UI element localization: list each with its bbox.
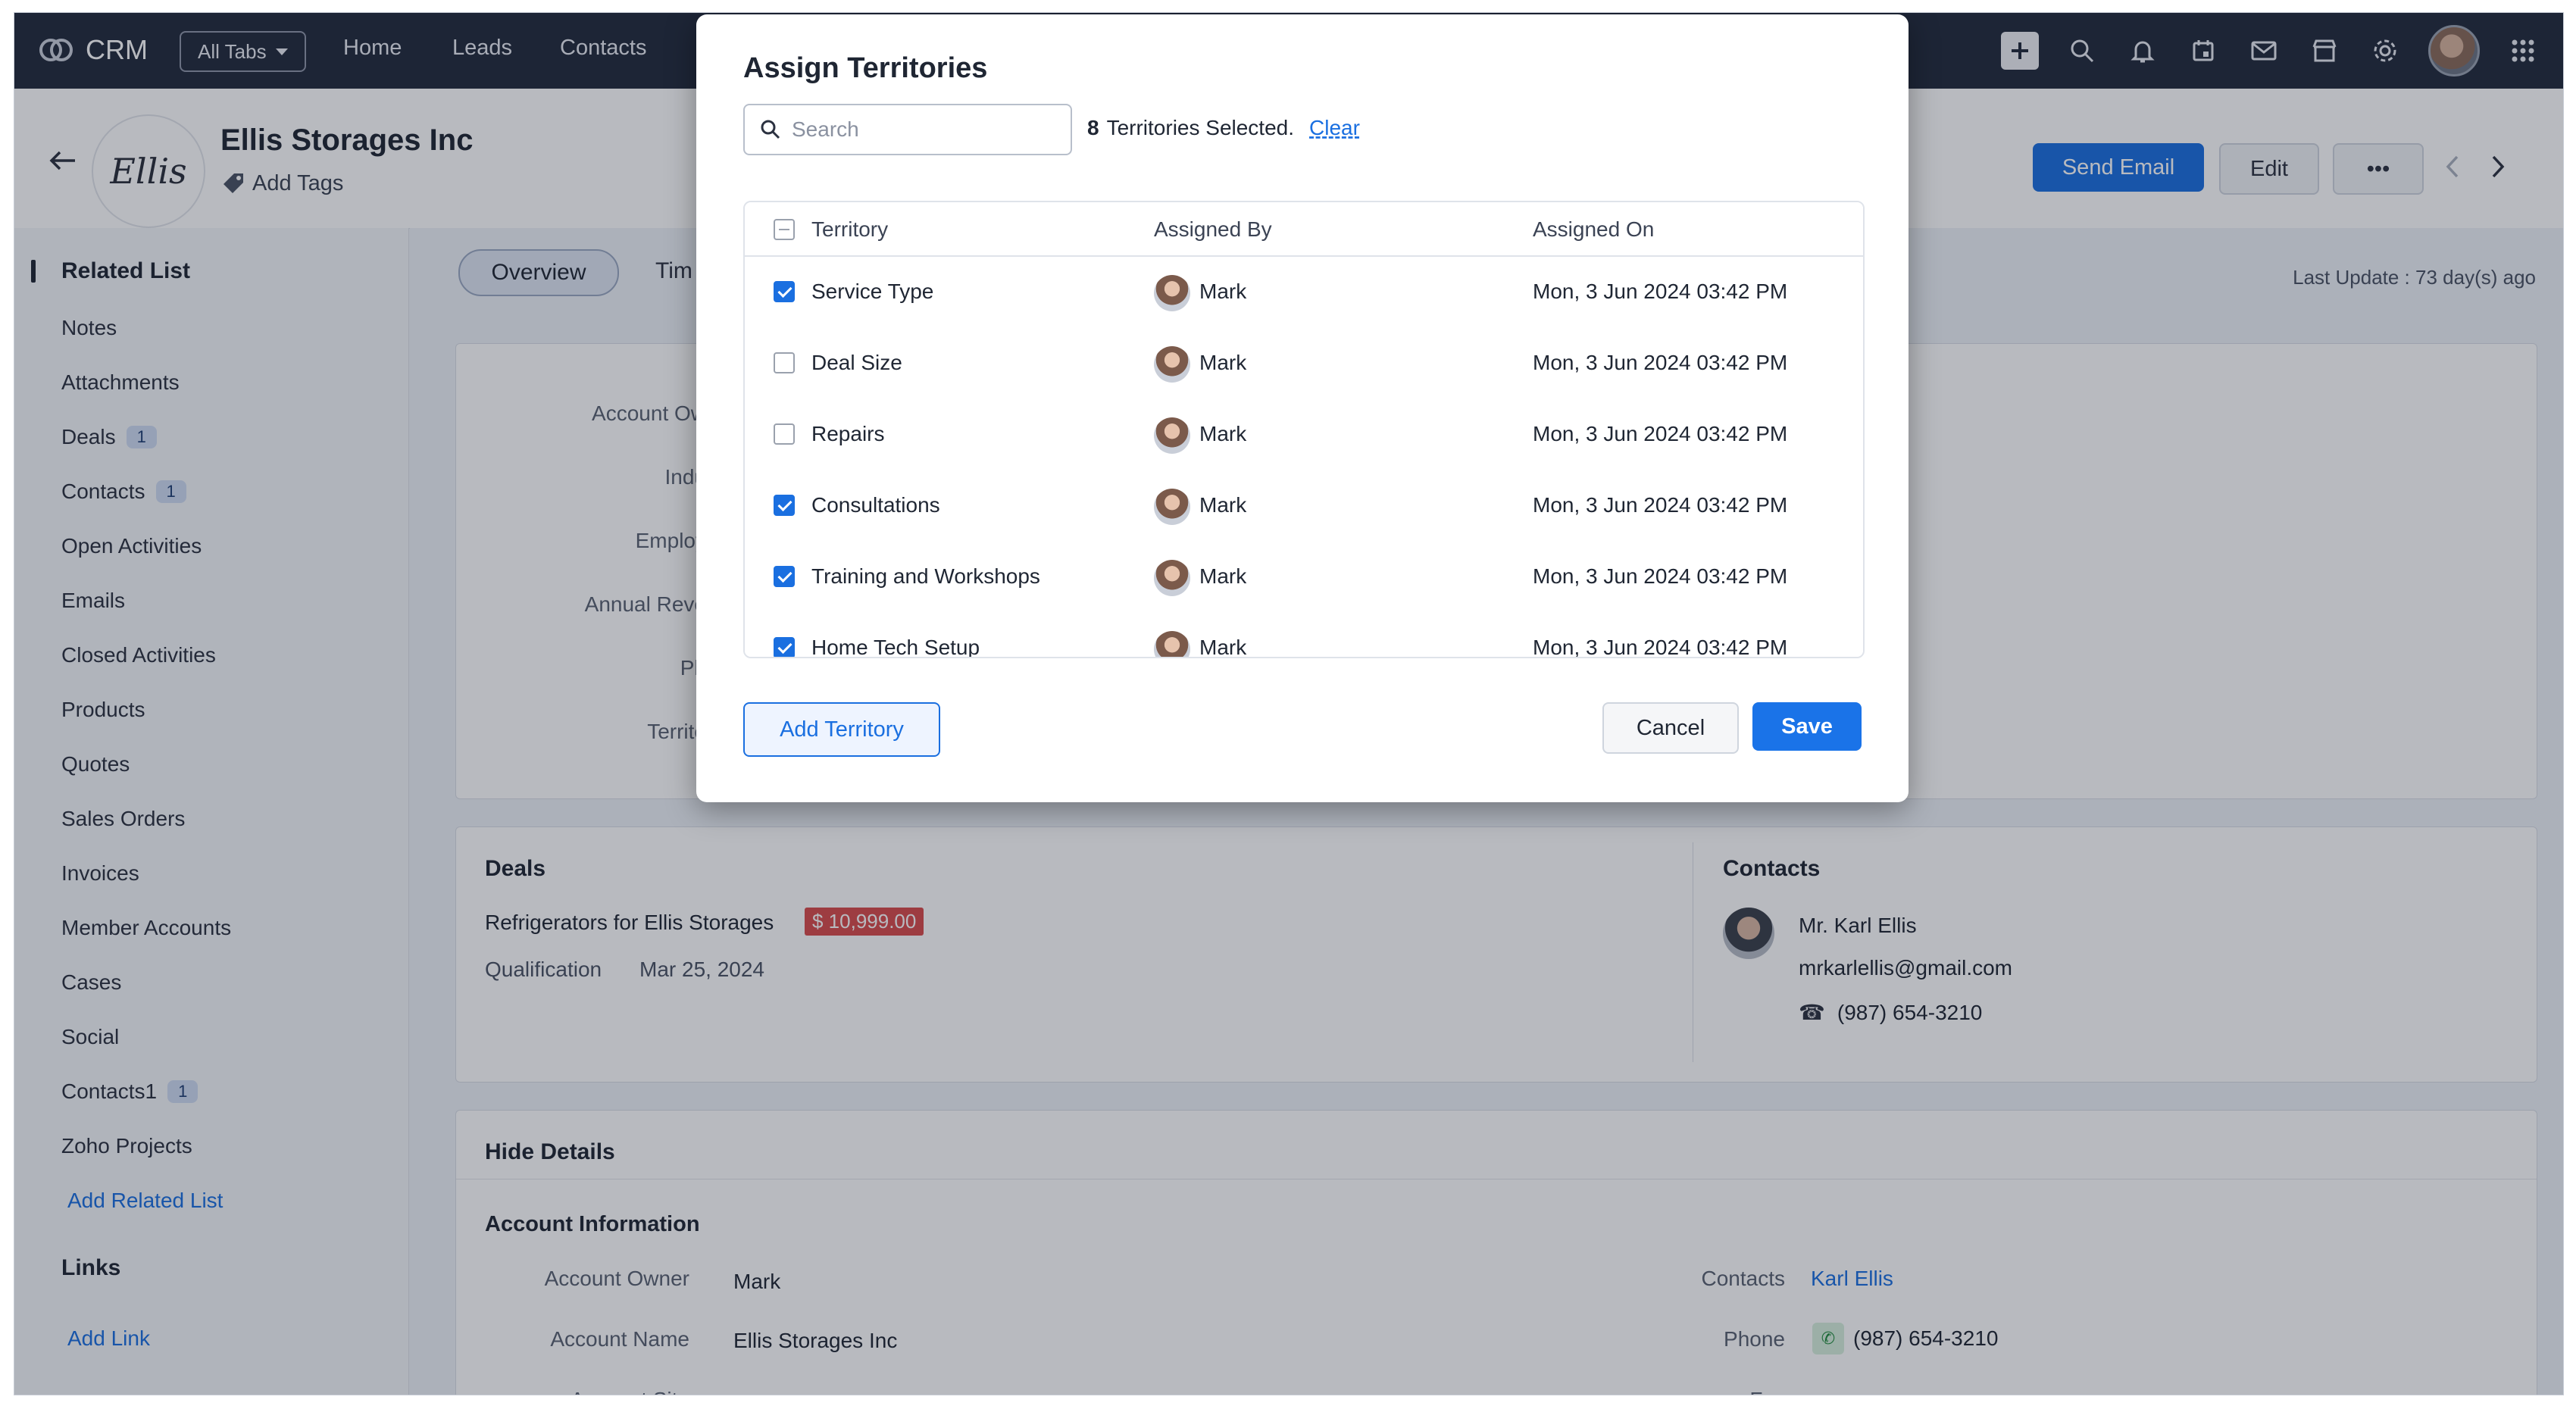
territory-name: Training and Workshops [811, 564, 1040, 588]
territory-name: Consultations [811, 493, 940, 517]
save-button[interactable]: Save [1752, 702, 1862, 751]
selected-text: Territories Selected. [1106, 116, 1295, 139]
territory-name: Repairs [811, 422, 885, 445]
assigned-by: Mark [1199, 636, 1247, 658]
search-placeholder: Search [792, 117, 859, 141]
crm-app: CRM All Tabs Home Leads Contacts Ellis E… [14, 12, 2564, 1395]
territory-name: Home Tech Setup [811, 636, 980, 658]
search-icon [761, 120, 780, 139]
column-assigned-on: Assigned On [1533, 217, 1655, 241]
user-avatar [1154, 560, 1190, 596]
assigned-on: Mon, 3 Jun 2024 03:42 PM [1533, 351, 1788, 374]
cancel-button[interactable]: Cancel [1602, 702, 1739, 754]
assigned-by: Mark [1199, 493, 1247, 517]
assigned-on: Mon, 3 Jun 2024 03:42 PM [1533, 280, 1788, 303]
user-avatar [1154, 631, 1190, 657]
table-row[interactable]: Service Type Mark Mon, 3 Jun 2024 03:42 … [745, 257, 1863, 329]
assigned-on: Mon, 3 Jun 2024 03:42 PM [1533, 564, 1788, 588]
table-row[interactable]: Deal Size Mark Mon, 3 Jun 2024 03:42 PM [745, 328, 1863, 400]
selected-count: 8 [1087, 116, 1099, 139]
territory-table: Territory Assigned By Assigned On Servic… [743, 201, 1865, 658]
selection-summary: 8 Territories Selected. Clear [1087, 116, 1360, 140]
table-header: Territory Assigned By Assigned On [745, 202, 1863, 257]
user-avatar [1154, 346, 1190, 383]
row-checkbox[interactable] [774, 281, 795, 302]
territory-search-input[interactable]: Search [743, 104, 1072, 155]
row-checkbox[interactable] [774, 637, 795, 657]
table-row[interactable]: Home Tech Setup Mark Mon, 3 Jun 2024 03:… [745, 613, 1863, 658]
assigned-by: Mark [1199, 422, 1247, 445]
row-checkbox[interactable] [774, 352, 795, 373]
assigned-on: Mon, 3 Jun 2024 03:42 PM [1533, 636, 1788, 658]
user-avatar [1154, 275, 1190, 311]
select-all-checkbox[interactable] [774, 219, 795, 240]
user-avatar [1154, 417, 1190, 454]
row-checkbox[interactable] [774, 423, 795, 445]
territory-name: Deal Size [811, 351, 902, 374]
assigned-on: Mon, 3 Jun 2024 03:42 PM [1533, 493, 1788, 517]
row-checkbox[interactable] [774, 495, 795, 516]
row-checkbox[interactable] [774, 566, 795, 587]
assigned-by: Mark [1199, 280, 1247, 303]
assigned-on: Mon, 3 Jun 2024 03:42 PM [1533, 422, 1788, 445]
user-avatar [1154, 489, 1190, 525]
clear-selection-link[interactable]: Clear [1309, 116, 1360, 140]
territory-name: Service Type [811, 280, 934, 303]
assigned-by: Mark [1199, 351, 1247, 374]
column-territory: Territory [811, 217, 889, 241]
column-assigned-by: Assigned By [1154, 217, 1272, 241]
assign-territories-dialog: Assign Territories Search 8 Territories … [696, 14, 1909, 802]
table-row[interactable]: Repairs Mark Mon, 3 Jun 2024 03:42 PM [745, 399, 1863, 471]
table-row[interactable]: Consultations Mark Mon, 3 Jun 2024 03:42… [745, 470, 1863, 542]
dialog-title: Assign Territories [743, 52, 988, 84]
table-row[interactable]: Training and Workshops Mark Mon, 3 Jun 2… [745, 542, 1863, 614]
assigned-by: Mark [1199, 564, 1247, 588]
add-territory-button[interactable]: Add Territory [743, 702, 940, 757]
